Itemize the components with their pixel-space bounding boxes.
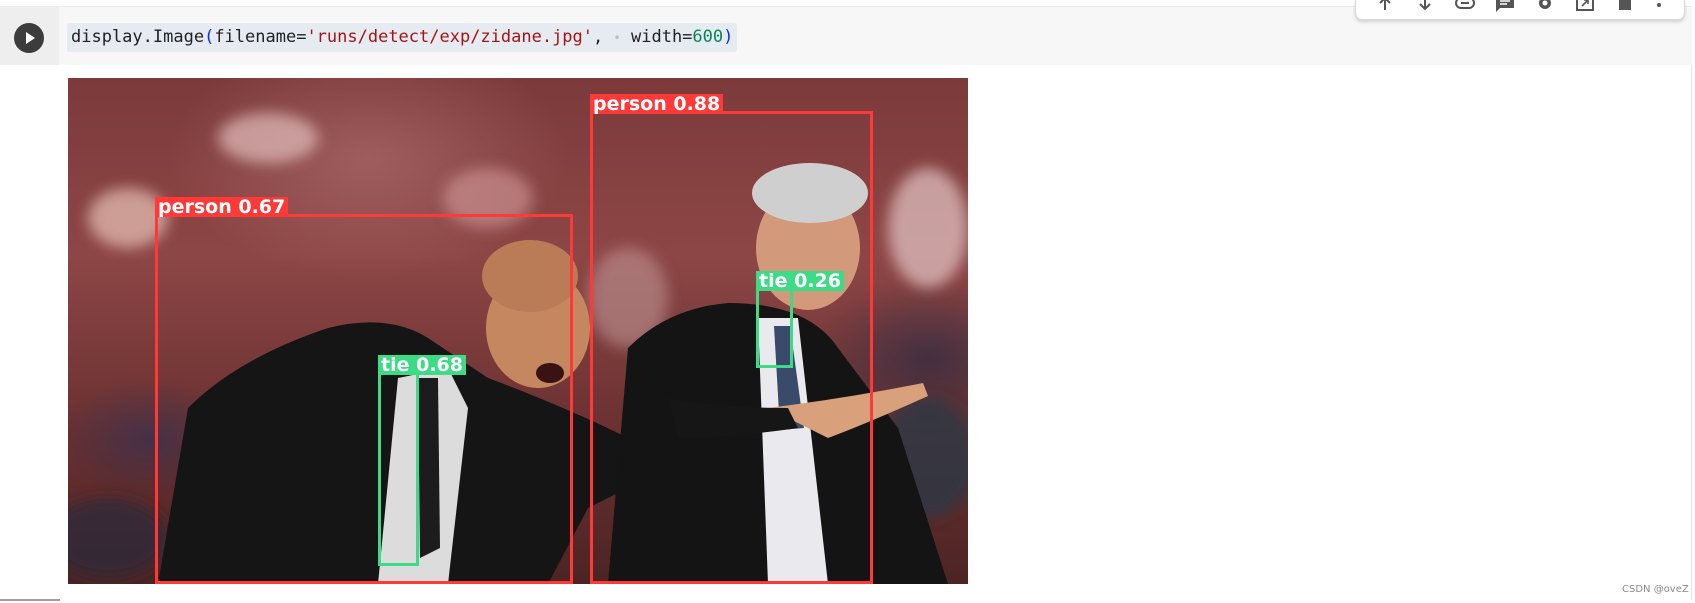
code-function: display.Image — [71, 27, 205, 47]
run-cell-button[interactable] — [14, 23, 44, 53]
play-icon — [26, 32, 35, 44]
delete-icon[interactable] — [1614, 0, 1636, 14]
watermark: CSDN @oveZ — [1622, 584, 1689, 595]
whitespace-marker: • — [613, 31, 621, 45]
notebook-code-cell: display.Image(filename='runs/detect/exp/… — [0, 0, 1695, 603]
code-arg2-value: 600 — [692, 27, 724, 47]
code-editor[interactable]: display.Image(filename='runs/detect/exp/… — [67, 23, 738, 52]
detection-label: tie 0.26 — [756, 271, 844, 291]
more-icon[interactable] — [1648, 0, 1670, 14]
code-close-paren: ) — [723, 27, 734, 47]
code-comma: , — [593, 27, 604, 47]
cell-toolbar — [1355, 0, 1685, 20]
detection-output-image: person 0.67 tie 0.68 person 0.88 tie 0.2… — [68, 78, 968, 584]
detection-label: tie 0.68 — [378, 355, 466, 375]
detection-label: person 0.88 — [590, 94, 724, 114]
move-down-icon[interactable] — [1414, 0, 1436, 14]
comment-icon[interactable] — [1494, 0, 1516, 14]
cell-output: person 0.67 tie 0.68 person 0.88 tie 0.2… — [0, 65, 1692, 600]
code-arg2-name: width= — [631, 27, 693, 47]
tie-detection-box-1: tie 0.68 — [378, 355, 466, 566]
move-up-icon[interactable] — [1374, 0, 1396, 14]
person-detection-box-2: person 0.88 — [590, 94, 873, 584]
code-arg1-value: 'runs/detect/exp/zidane.jpg' — [306, 27, 594, 47]
link-icon[interactable] — [1454, 0, 1476, 14]
code-arg1-name: filename= — [214, 27, 307, 47]
settings-icon[interactable] — [1534, 0, 1556, 14]
detection-label: person 0.67 — [155, 197, 289, 217]
cell-divider — [0, 599, 60, 601]
open-in-tab-icon[interactable] — [1574, 0, 1596, 14]
tie-detection-box-2: tie 0.26 — [756, 271, 844, 368]
cell-gutter — [0, 7, 59, 66]
person-detection-box-1: person 0.67 — [155, 197, 573, 584]
code-open-paren: ( — [204, 27, 215, 47]
